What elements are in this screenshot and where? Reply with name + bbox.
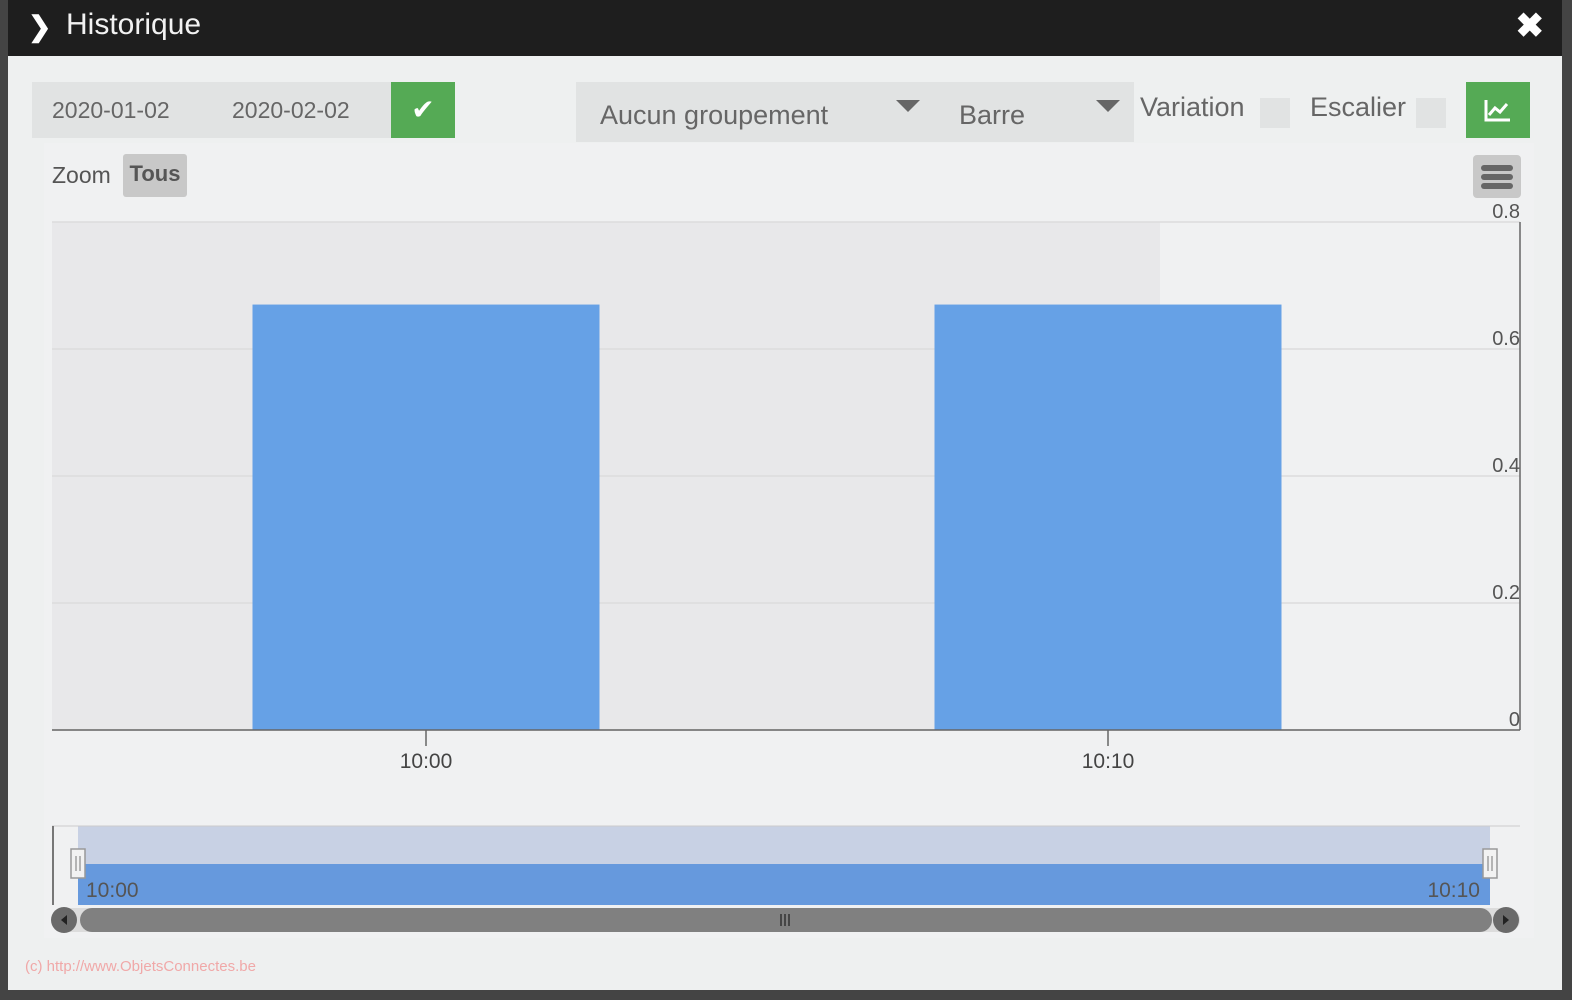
bar-chart: 0 0.2 0.4 0.6 0.8 10:00 10:10 10:00 10:10 bbox=[51, 201, 1521, 933]
navigator-series bbox=[78, 864, 1490, 905]
y-tick-label: 0.8 bbox=[1492, 201, 1520, 223]
y-tick-label: 0.6 bbox=[1492, 328, 1520, 350]
navigator-handle[interactable] bbox=[1482, 848, 1498, 879]
navigator-start-label: 10:00 bbox=[86, 879, 139, 902]
y-tick-label: 0.4 bbox=[1492, 455, 1520, 477]
bar bbox=[934, 304, 1282, 730]
history-window: ❯ Historique ✖ 2020-01-02 2020-02-02 ✔ A… bbox=[8, 0, 1562, 990]
navigator-selection bbox=[78, 826, 1490, 864]
navigator-end-label: 10:10 bbox=[1427, 879, 1480, 902]
x-tick-label: 10:10 bbox=[1082, 750, 1135, 773]
x-tick-label: 10:00 bbox=[400, 750, 453, 773]
navigator-handle[interactable] bbox=[70, 848, 86, 879]
copyright-footer: (c) http://www.ObjetsConnectes.be bbox=[25, 958, 256, 975]
y-tick-label: 0.2 bbox=[1492, 582, 1520, 604]
bar bbox=[252, 304, 600, 730]
y-tick-label: 0 bbox=[1509, 709, 1520, 731]
scrollbar-thumb[interactable] bbox=[80, 908, 1492, 932]
